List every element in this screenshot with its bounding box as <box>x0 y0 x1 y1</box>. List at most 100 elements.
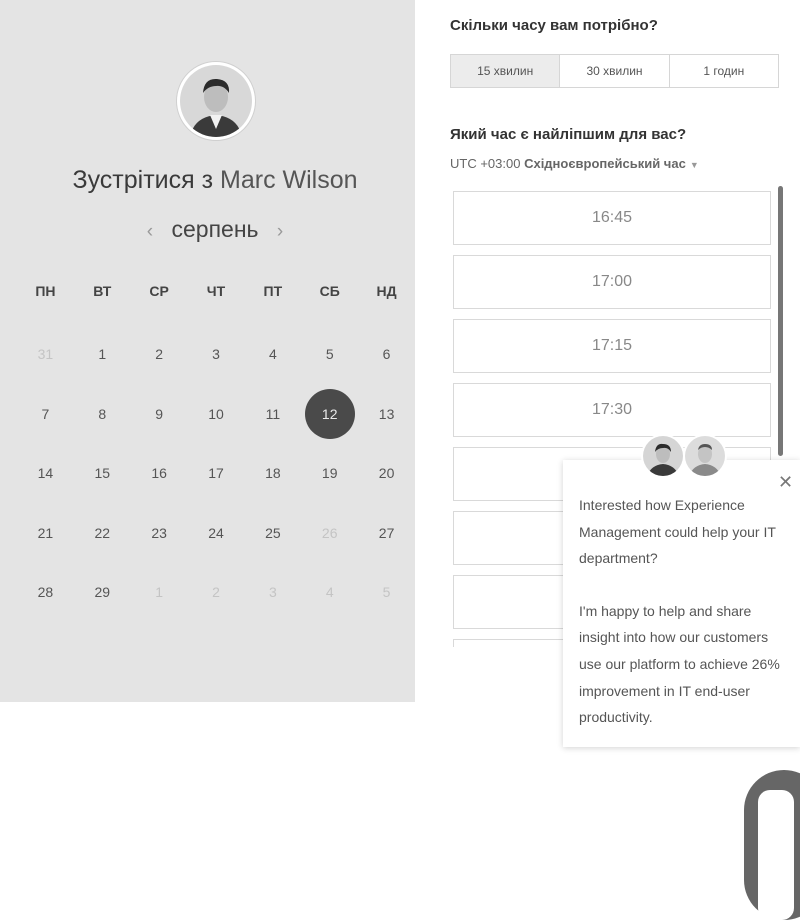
calendar-day-number: 17 <box>208 465 224 481</box>
calendar-day-number: 6 <box>382 346 391 362</box>
duration-question: Скільки часу вам потрібно? <box>450 17 658 34</box>
calendar-day: 2 <box>188 566 245 618</box>
meeting-title: Зустрітися з Marc Wilson <box>0 166 430 195</box>
calendar-day[interactable]: 23 <box>131 507 188 559</box>
calendar-day[interactable]: 28 <box>17 566 74 618</box>
calendar-day-selected[interactable]: 12 <box>301 388 358 440</box>
chat-message: Interested how Experience Management cou… <box>579 492 791 731</box>
calendar-day-number: 8 <box>98 405 107 422</box>
calendar-day[interactable]: 24 <box>188 507 245 559</box>
calendar-week: 14 15 16 17 18 19 20 <box>17 447 415 499</box>
calendar-day[interactable]: 4 <box>244 328 301 380</box>
chat-launcher-icon <box>758 790 794 920</box>
calendar-day: 1 <box>131 566 188 618</box>
time-slot[interactable]: 17:00 <box>453 255 771 309</box>
calendar-day-number: 20 <box>378 465 395 481</box>
calendar-day[interactable]: 27 <box>358 507 415 559</box>
weekday-label: СР <box>149 283 169 299</box>
duration-selector: 15 хвилин 30 хвилин 1 годин <box>450 54 779 88</box>
weekday-label: НД <box>376 283 397 299</box>
calendar-day-number: 22 <box>94 524 111 541</box>
weekday-header: ПН ВТ СР ЧТ ПТ СБ НД <box>17 283 415 299</box>
agent-avatar <box>641 434 685 478</box>
calendar-day[interactable]: 15 <box>74 447 131 499</box>
calendar-day[interactable]: 7 <box>17 388 74 440</box>
next-month-icon[interactable]: › <box>277 221 283 243</box>
calendar-day[interactable]: 25 <box>244 507 301 559</box>
close-icon[interactable]: ✕ <box>778 472 793 492</box>
calendar-week: 28 29 1 2 3 4 5 <box>17 566 415 618</box>
calendar-day[interactable]: 17 <box>188 447 245 499</box>
calendar-day-number: 5 <box>382 584 391 600</box>
calendar-day-number: 2 <box>155 346 164 362</box>
host-avatar <box>177 62 255 140</box>
calendar-day[interactable]: 10 <box>188 388 245 440</box>
weekday-label: ПТ <box>263 283 283 299</box>
calendar-day[interactable]: 13 <box>358 388 415 440</box>
calendar-day[interactable]: 29 <box>74 566 131 618</box>
calendar-day-number: 1 <box>98 346 107 362</box>
time-question: Який час є найліпшим для вас? <box>450 126 687 143</box>
weekday-label: СБ <box>319 283 340 299</box>
weekday-label: ЧТ <box>206 283 226 299</box>
timezone-selector[interactable]: UTC +03:00 Східноєвропейський час ▼ <box>450 156 699 171</box>
calendar-day: 3 <box>244 566 301 618</box>
calendar-day-number: 29 <box>94 584 111 600</box>
calendar-day-number: 26 <box>321 524 338 541</box>
weekday-label: ПН <box>35 283 56 299</box>
caret-down-icon: ▼ <box>689 160 699 170</box>
calendar-day[interactable]: 19 <box>301 447 358 499</box>
calendar-day[interactable]: 3 <box>188 328 245 380</box>
calendar-day-number: 3 <box>212 346 220 362</box>
calendar-day-number: 24 <box>208 524 224 541</box>
calendar-day-number: 19 <box>321 465 338 481</box>
time-slot[interactable]: 17:30 <box>453 383 771 437</box>
calendar-day[interactable]: 18 <box>244 447 301 499</box>
duration-option[interactable]: 15 хвилин <box>451 55 561 87</box>
calendar-day[interactable]: 5 <box>301 328 358 380</box>
calendar-day[interactable]: 1 <box>74 328 131 380</box>
chat-paragraph: Interested how Experience Management cou… <box>579 497 776 567</box>
calendar-day-number: 5 <box>325 346 334 362</box>
calendar-day[interactable]: 2 <box>131 328 188 380</box>
time-slot[interactable]: 16:45 <box>453 191 771 245</box>
duration-option[interactable]: 30 хвилин <box>560 55 670 87</box>
calendar-day[interactable]: 14 <box>17 447 74 499</box>
calendar-day[interactable]: 16 <box>131 447 188 499</box>
calendar-day[interactable]: 20 <box>358 447 415 499</box>
timezone-name: Східноєвропейський час <box>524 156 686 171</box>
calendar-day-number: 12 <box>304 388 355 439</box>
calendar-day[interactable]: 9 <box>131 388 188 440</box>
calendar-day-number: 15 <box>94 465 111 481</box>
duration-option[interactable]: 1 годин <box>670 55 778 87</box>
calendar-day[interactable]: 21 <box>17 507 74 559</box>
calendar-day-number: 2 <box>212 584 220 600</box>
calendar-day-number: 31 <box>37 346 54 362</box>
calendar-day-number: 13 <box>378 405 395 422</box>
calendar-day-number: 21 <box>37 524 54 541</box>
calendar-day-number: 28 <box>37 584 54 600</box>
calendar-day-number: 1 <box>155 584 164 600</box>
calendar-day[interactable]: 11 <box>244 388 301 440</box>
calendar-day-number: 9 <box>155 405 164 422</box>
calendar-day-number: 3 <box>268 584 277 600</box>
calendar-day: 4 <box>301 566 358 618</box>
meeting-title-prefix: Зустрітися з <box>72 166 214 194</box>
time-slot[interactable]: 17:15 <box>453 319 771 373</box>
calendar-week: 31 1 2 3 4 5 6 <box>17 328 415 380</box>
calendar-day-number: 4 <box>268 346 277 362</box>
calendar-day[interactable]: 8 <box>74 388 131 440</box>
calendar-day[interactable]: 22 <box>74 507 131 559</box>
calendar-day-number: 18 <box>265 465 281 481</box>
calendar-day[interactable]: 6 <box>358 328 415 380</box>
calendar-day-number: 27 <box>378 524 395 541</box>
prev-month-icon[interactable]: ‹ <box>147 221 153 243</box>
chat-paragraph: I'm happy to help and share insight into… <box>579 602 780 726</box>
calendar-day-number: 23 <box>151 524 167 541</box>
calendar-day-number: 11 <box>265 405 281 422</box>
chat-popup: Interested how Experience Management cou… <box>563 460 800 747</box>
month-label: серпень <box>171 216 259 242</box>
host-name: Marc Wilson <box>220 166 358 194</box>
calendar-day-number: 4 <box>325 584 334 600</box>
time-slot-scrollbar[interactable] <box>778 186 783 456</box>
